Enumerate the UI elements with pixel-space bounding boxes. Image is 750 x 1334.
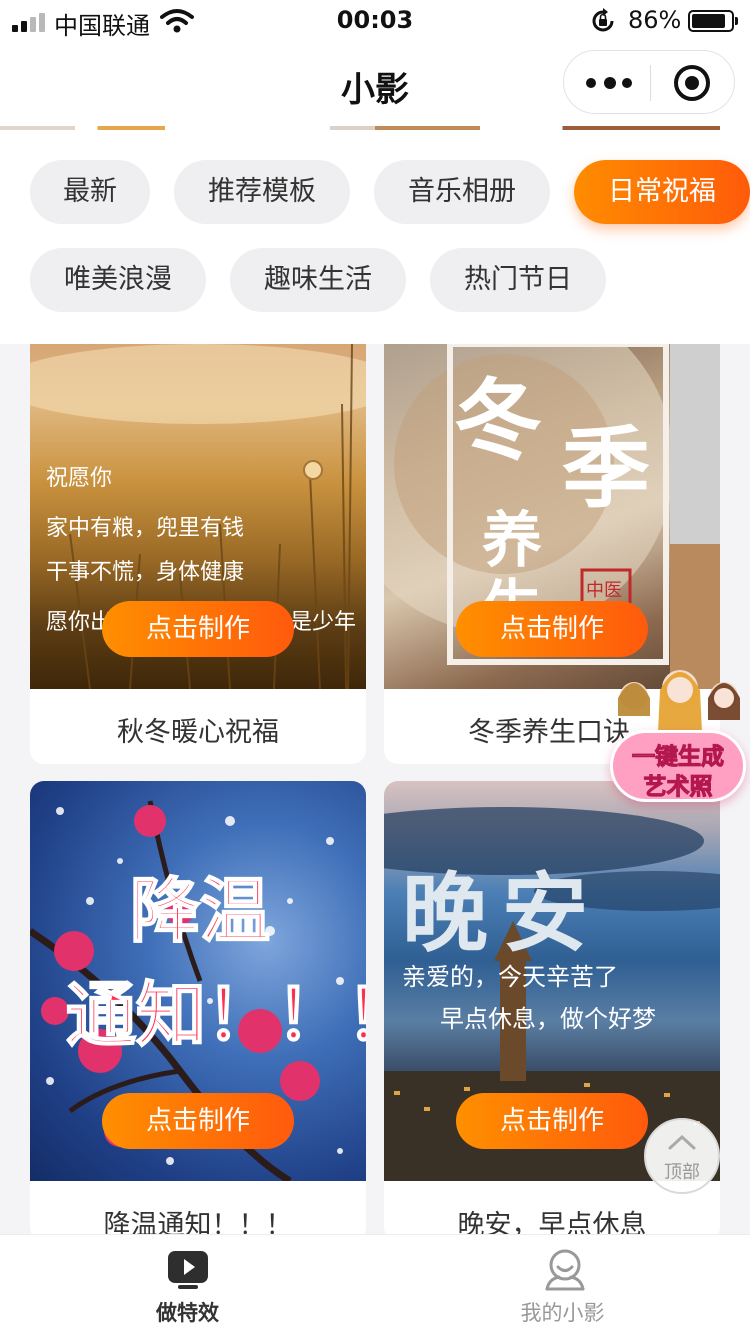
tab-make-effects[interactable]: 做特效 [0,1235,375,1334]
back-to-top-button[interactable]: 顶部 [644,1118,720,1194]
make-button[interactable]: 点击制作 [456,1093,648,1149]
category-tab-fun-life[interactable]: 趣味生活 [230,248,406,312]
template-title: 秋冬暖心祝福 [117,717,279,748]
overlay-text: 中医 [586,580,622,601]
overlay-text: 干事不慌，身体健康 [46,560,245,585]
capsule-divider [650,65,651,101]
overlay-text: 祝愿你 [46,466,113,491]
overlay-text: 晚安 [402,863,602,964]
overlay-text: 亲爱的，今天辛苦了 [402,963,618,991]
category-panel: 最新 推荐模板 音乐相册 日常祝福 唯美浪漫 趣味生活 热门节日 [0,130,750,344]
close-miniapp-icon[interactable] [674,65,710,101]
overlay-text: 季 [562,416,651,520]
category-tab-daily-wishes[interactable]: 日常祝福 [574,160,750,224]
make-button[interactable]: 点击制作 [456,601,648,657]
play-icon [168,1251,208,1289]
portrait-faces-icon [618,670,740,732]
art-photo-label[interactable]: 一键生成 艺术照 [610,730,746,802]
chevron-up-icon [668,1134,696,1150]
template-card[interactable]: 降温 通知！！！ 点击制作 降温通知！！！ [30,781,366,1241]
art-photo-badge[interactable]: 一键生成 艺术照 [610,660,746,802]
nav-bar: 小影 [0,44,750,128]
miniapp-capsule [563,50,735,114]
make-button[interactable]: 点击制作 [102,601,294,657]
tab-label: 做特效 [156,1301,219,1325]
rotation-lock-icon [592,8,614,32]
battery-icon [688,10,738,32]
overlay-text: 家中有粮，兜里有钱 [46,516,245,541]
tab-my-xiaoying[interactable]: 我的小影 [375,1235,750,1334]
tab-label: 我的小影 [520,1301,605,1325]
user-icon [545,1249,585,1291]
overlay-text: 早点休息，做个好梦 [440,1005,656,1033]
template-card[interactable]: 祝愿你 家中有粮，兜里有钱 干事不慌，身体健康 愿你出 是少年 点击制作 秋冬暖… [30,344,366,764]
status-bar: 中国联通 00:03 86% [0,0,750,44]
more-icon[interactable] [586,73,632,93]
art-photo-line1: 一键生成 [632,744,725,771]
overlay-text: 是少年 [290,610,357,635]
make-button[interactable]: 点击制作 [102,1093,294,1149]
overlay-text: 降温 [129,868,271,953]
back-to-top-label: 顶部 [664,1162,700,1183]
art-photo-line2: 艺术照 [643,774,713,801]
category-tab-latest[interactable]: 最新 [30,160,150,224]
battery-percent: 86% [628,6,682,34]
bottom-tab-bar: 做特效 我的小影 [0,1234,750,1334]
category-tab-holidays[interactable]: 热门节日 [430,248,606,312]
category-tab-romantic[interactable]: 唯美浪漫 [30,248,206,312]
overlay-text: 冬 [454,368,543,472]
category-tab-music-album[interactable]: 音乐相册 [374,160,550,224]
overlay-text: 通知！！！ [65,972,366,1057]
category-tab-recommended[interactable]: 推荐模板 [174,160,350,224]
